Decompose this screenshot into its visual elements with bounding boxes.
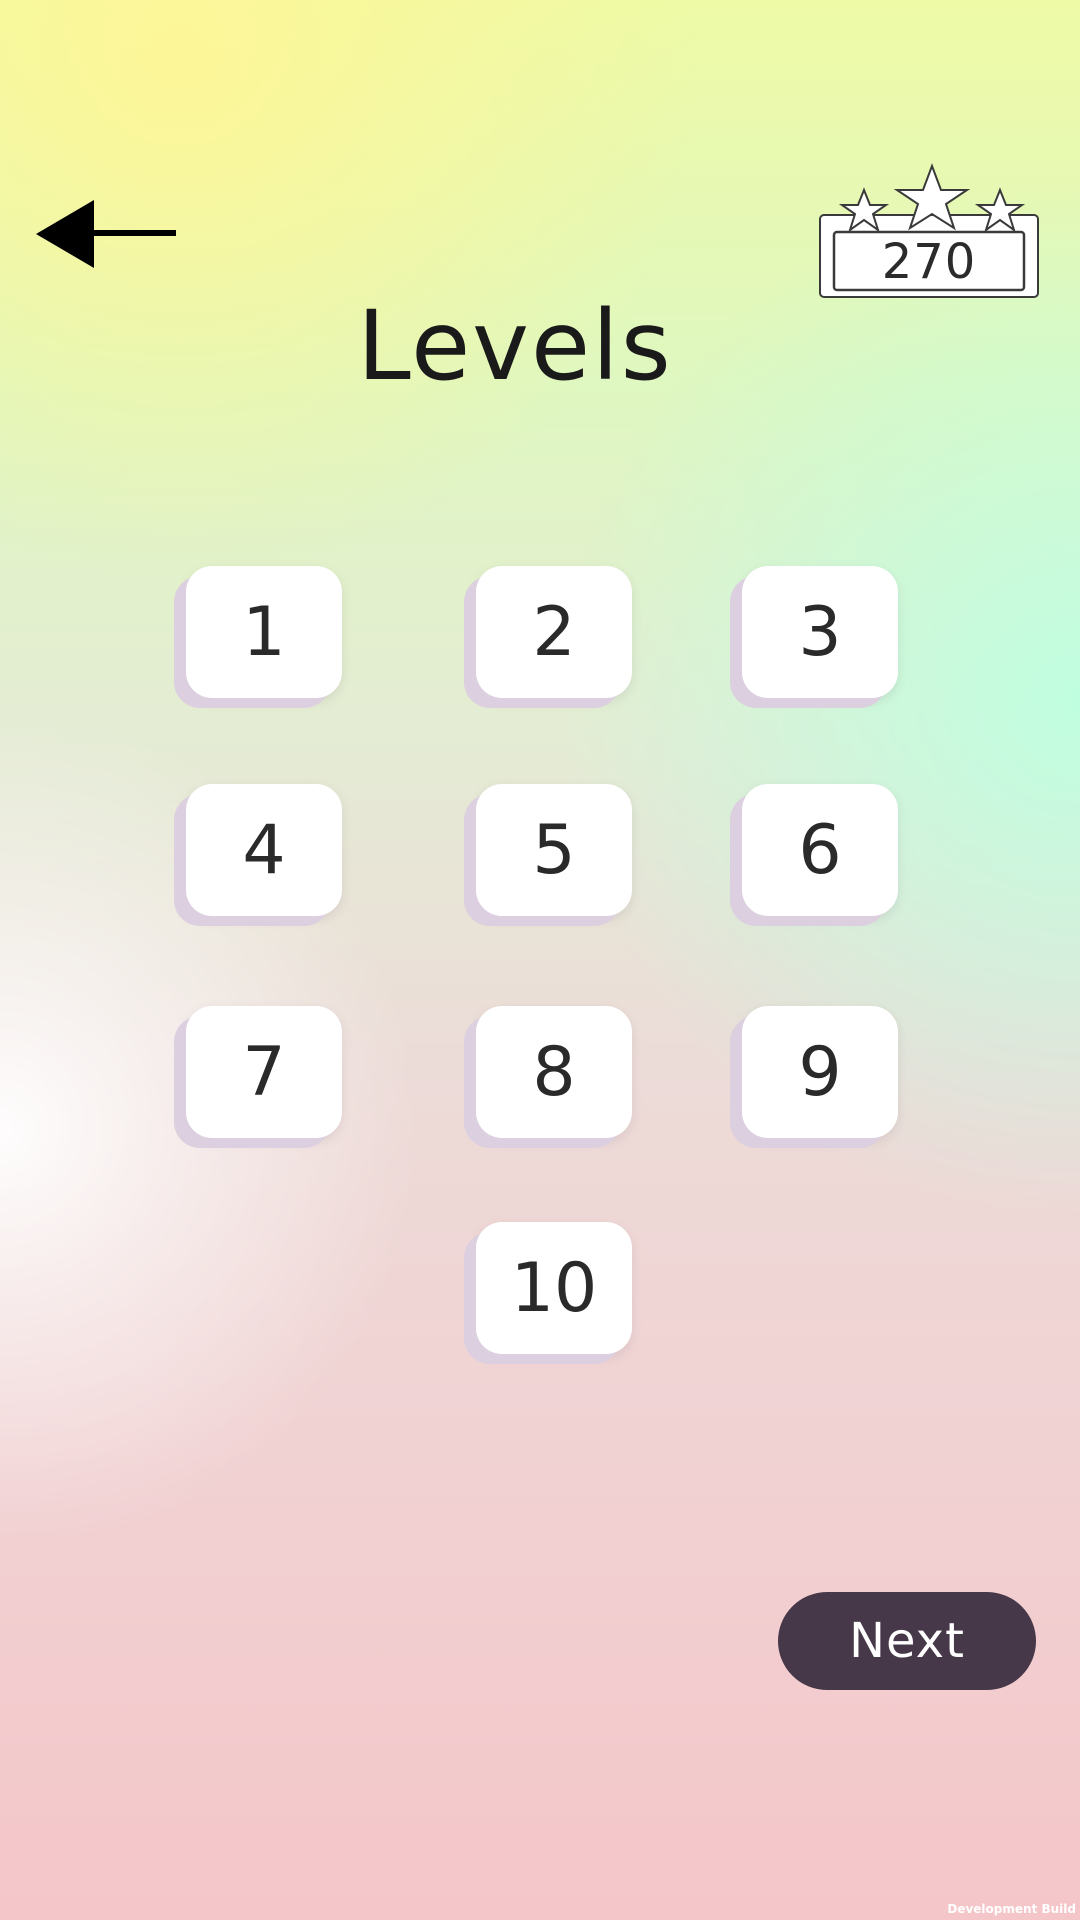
level-button-4[interactable]: 4	[186, 784, 342, 916]
arrow-left-icon	[36, 200, 176, 268]
next-button[interactable]: Next	[778, 1592, 1036, 1690]
level-button-7[interactable]: 7	[186, 1006, 342, 1138]
back-button[interactable]	[36, 192, 178, 276]
level-button-6[interactable]: 6	[742, 784, 898, 916]
level-button-8[interactable]: 8	[476, 1006, 632, 1138]
star-total-value: 270	[881, 234, 977, 290]
level-button-1[interactable]: 1	[186, 566, 342, 698]
star-total-badge: 270	[814, 160, 1044, 300]
level-button-10[interactable]: 10	[476, 1222, 632, 1354]
level-button-9[interactable]: 9	[742, 1006, 898, 1138]
level-button-3[interactable]: 3	[742, 566, 898, 698]
level-button-5[interactable]: 5	[476, 784, 632, 916]
development-build-label: Development Build	[947, 1902, 1076, 1916]
level-button-2[interactable]: 2	[476, 566, 632, 698]
page-title: Levels	[357, 290, 673, 402]
